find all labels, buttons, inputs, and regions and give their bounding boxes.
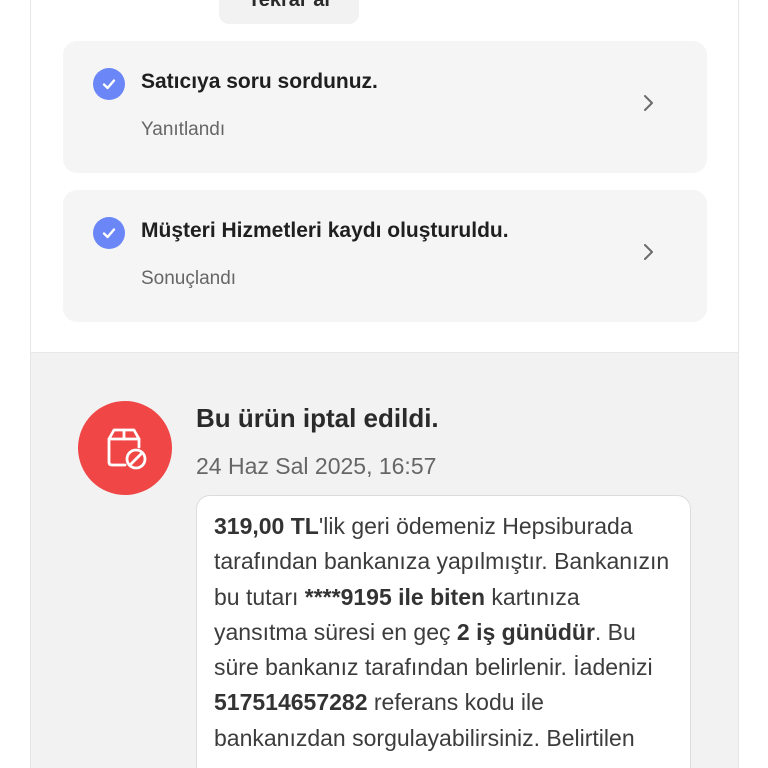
card-ending: ****9195 ile biten: [304, 583, 486, 610]
step-title: Satıcıya soru sordunuz.: [141, 70, 378, 93]
refund-duration: 2 iş günüdür: [456, 618, 595, 645]
check-circle-icon: [93, 68, 125, 100]
refund-amount: 319,00 TL: [214, 513, 319, 539]
step-card-customer-service[interactable]: Müşteri Hizmetleri kaydı oluşturuldu. So…: [63, 190, 707, 322]
cancellation-title: Bu ürün iptal edildi.: [196, 403, 439, 433]
retry-button[interactable]: Tekrar al: [219, 0, 359, 24]
check-circle-icon: [93, 217, 125, 249]
step-status: Yanıtlandı: [141, 119, 226, 140]
cancelled-package-icon: [78, 401, 172, 495]
step-title: Müşteri Hizmetleri kaydı oluşturuldu.: [141, 219, 509, 242]
step-card-seller-question[interactable]: Satıcıya soru sordunuz. Yanıtlandı: [63, 41, 707, 173]
cancellation-date: 24 Haz Sal 2025, 16:57: [196, 453, 437, 479]
reference-code: 517514657282: [214, 689, 368, 716]
step-status: Sonuçlandı: [141, 268, 237, 289]
order-detail-panel: Tekrar al Satıcıya soru sordunuz. Yanıtl…: [30, 0, 739, 768]
cancellation-section: Bu ürün iptal edildi. 24 Haz Sal 2025, 1…: [31, 352, 738, 768]
refund-message: 319,00 TL'lik geri ödemeniz Hepsiburada …: [196, 495, 691, 768]
chevron-right-icon: [639, 240, 659, 264]
chevron-right-icon: [639, 91, 659, 115]
